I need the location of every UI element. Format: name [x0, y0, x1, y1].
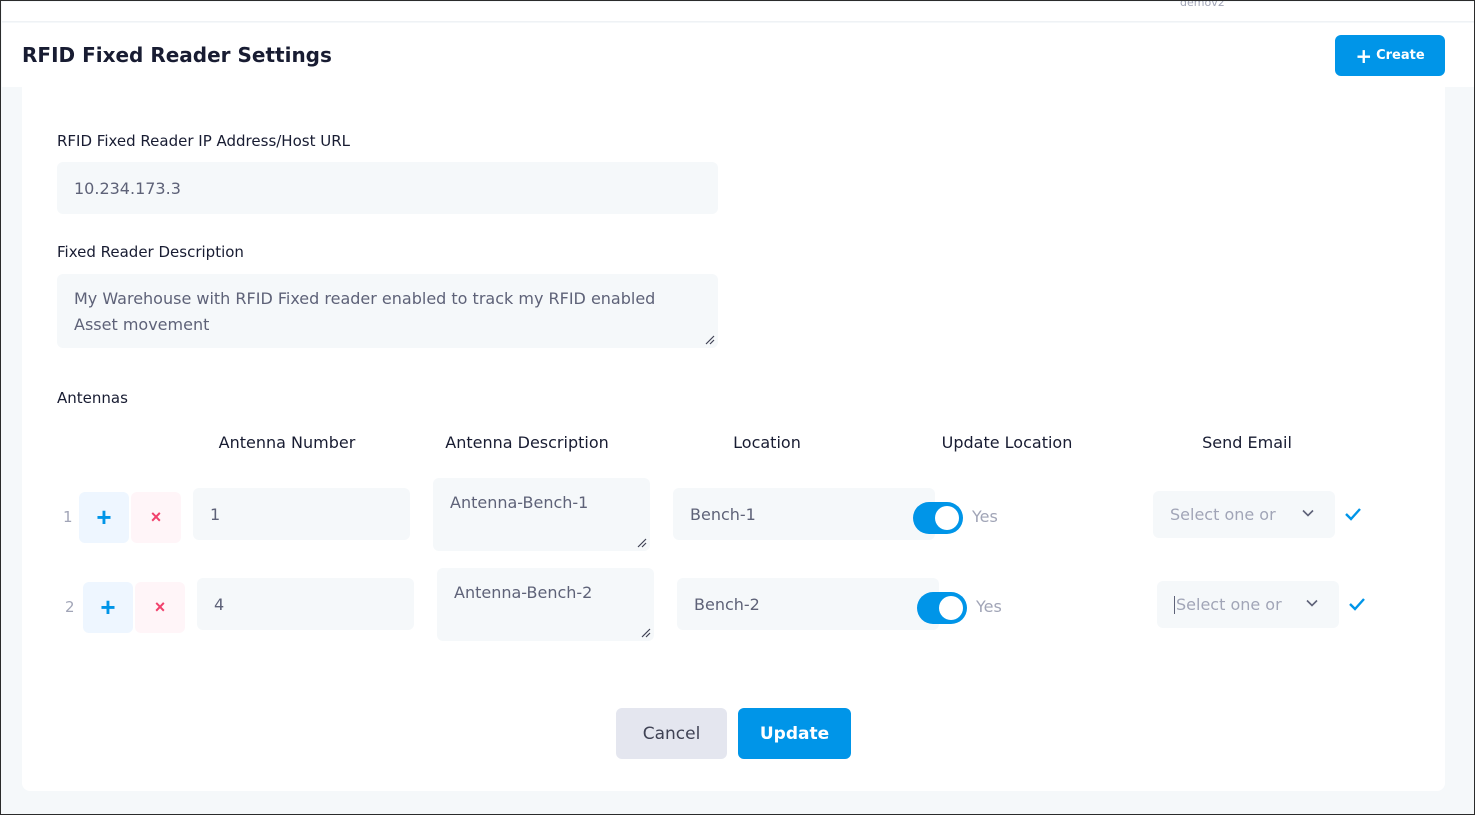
antenna-description-textarea[interactable]: Antenna-Bench-2	[437, 568, 654, 641]
description-line-1: My Warehouse with RFID Fixed reader enab…	[74, 289, 656, 308]
column-header-update-location: Update Location	[941, 433, 1073, 452]
antenna-description-value: Antenna-Bench-1	[450, 493, 589, 512]
confirm-check-icon[interactable]	[1348, 597, 1366, 611]
close-icon: ×	[154, 597, 166, 617]
chevron-down-icon	[1306, 599, 1318, 607]
ip-address-label: RFID Fixed Reader IP Address/Host URL	[57, 132, 350, 150]
cancel-button[interactable]: Cancel	[616, 708, 727, 759]
send-email-select[interactable]: Select one or	[1153, 491, 1335, 538]
plus-icon: +	[1355, 43, 1373, 68]
update-location-toggle[interactable]	[913, 502, 963, 534]
location-value: Bench-2	[694, 594, 760, 614]
plus-icon: +	[96, 502, 112, 532]
column-header-send-email: Send Email	[1202, 433, 1292, 452]
ip-address-value: 10.234.173.3	[74, 178, 181, 198]
resize-grip-icon[interactable]	[640, 627, 651, 638]
add-antenna-button[interactable]: +	[83, 582, 133, 633]
resize-grip-icon[interactable]	[636, 537, 647, 548]
row-index: 1	[63, 508, 73, 526]
column-header-antenna-description: Antenna Description	[445, 433, 609, 452]
confirm-check-icon[interactable]	[1344, 507, 1362, 521]
send-email-placeholder: Select one or	[1176, 595, 1282, 614]
column-header-location: Location	[733, 433, 801, 452]
column-header-antenna-number: Antenna Number	[218, 433, 356, 452]
app-window: demov2 RFID Fixed Reader Settings + Crea…	[0, 0, 1475, 815]
plus-icon: +	[100, 592, 116, 622]
ip-address-input[interactable]: 10.234.173.3	[57, 162, 718, 214]
description-label: Fixed Reader Description	[57, 243, 244, 261]
add-antenna-button[interactable]: +	[79, 492, 129, 543]
page-header: RFID Fixed Reader Settings + Create	[2, 23, 1474, 87]
chevron-down-icon	[1302, 509, 1314, 517]
antenna-number-input[interactable]: 1	[193, 488, 410, 540]
toggle-knob	[939, 596, 963, 620]
create-button[interactable]: + Create	[1335, 35, 1445, 76]
toggle-knob	[935, 506, 959, 530]
top-bar: demov2	[2, 1, 1474, 22]
remove-antenna-button[interactable]: ×	[135, 582, 185, 633]
update-location-toggle[interactable]	[917, 592, 967, 624]
resize-grip-icon[interactable]	[704, 334, 715, 345]
antenna-number-input[interactable]: 4	[197, 578, 414, 630]
row-index: 2	[65, 598, 75, 616]
description-line-2: Asset movement	[74, 315, 210, 334]
send-email-placeholder: Select one or	[1170, 505, 1276, 524]
antenna-description-textarea[interactable]: Antenna-Bench-1	[433, 478, 650, 551]
location-value: Bench-1	[690, 504, 756, 524]
antennas-label: Antennas	[57, 389, 128, 407]
page-title: RFID Fixed Reader Settings	[22, 43, 332, 67]
description-textarea[interactable]: My Warehouse with RFID Fixed reader enab…	[57, 274, 718, 348]
remove-antenna-button[interactable]: ×	[131, 492, 181, 543]
antenna-number-value: 4	[214, 594, 225, 614]
user-name[interactable]: demov2	[1180, 1, 1225, 9]
location-input[interactable]: Bench-1	[673, 488, 935, 540]
antenna-number-value: 1	[210, 504, 221, 524]
text-caret	[1174, 595, 1175, 614]
update-location-toggle-label: Yes	[976, 597, 1002, 616]
close-icon: ×	[150, 507, 162, 527]
create-button-label: Create	[1376, 48, 1425, 63]
update-location-toggle-label: Yes	[972, 507, 998, 526]
update-button[interactable]: Update	[738, 708, 851, 759]
location-input[interactable]: Bench-2	[677, 578, 939, 630]
send-email-select[interactable]: Select one or	[1157, 581, 1339, 628]
antenna-description-value: Antenna-Bench-2	[454, 583, 593, 602]
